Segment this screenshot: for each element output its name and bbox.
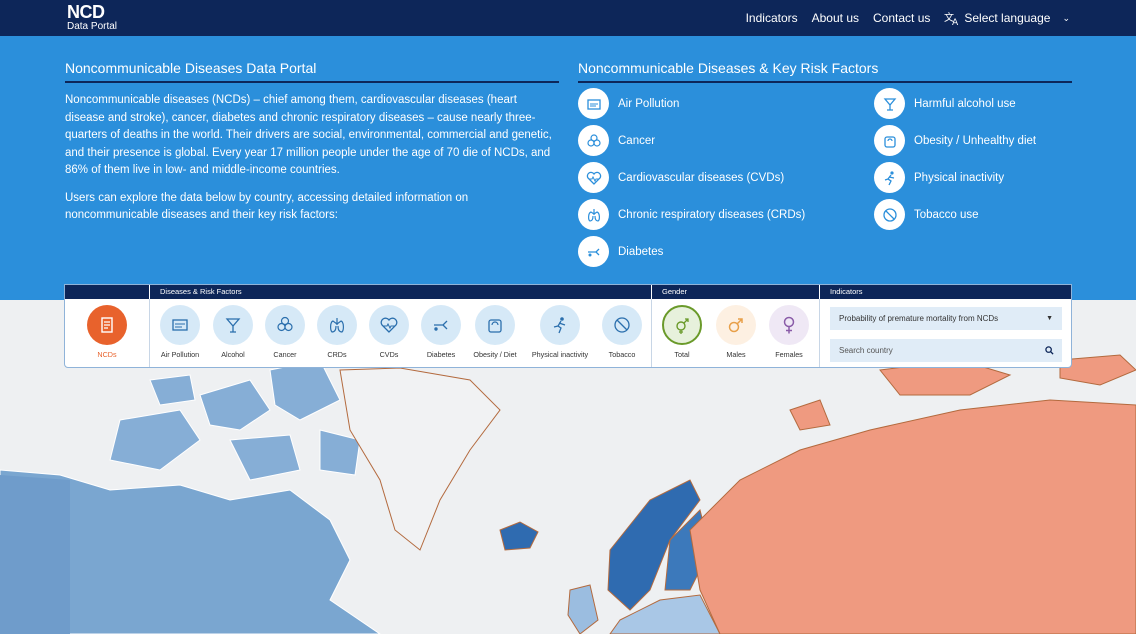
search-icon xyxy=(1045,346,1054,355)
running-icon xyxy=(884,170,894,185)
female-icon xyxy=(783,316,795,334)
panel-header-indicators: Indicators xyxy=(820,285,1071,299)
filter-tobacco[interactable]: Tobacco xyxy=(592,305,652,359)
gender-total[interactable]: Total xyxy=(652,305,712,359)
risk-label: Obesity / Unhealthy diet xyxy=(914,134,1037,147)
search-placeholder: Search country xyxy=(839,346,893,355)
nav-about-link[interactable]: About us xyxy=(812,11,859,25)
filter-label: CVDs xyxy=(379,350,399,359)
risk-cvds[interactable]: Cardiovascular diseases (CVDs) xyxy=(578,162,784,193)
no-smoking-icon xyxy=(614,317,630,333)
filter-label: Diabetes xyxy=(426,350,456,359)
air-pollution-icon xyxy=(172,319,188,331)
risk-tobacco[interactable]: Tobacco use xyxy=(874,199,979,230)
hero-section: Noncommunicable Diseases Data Portal Non… xyxy=(0,36,1136,300)
filter-label: NCDs xyxy=(97,350,117,359)
gender-total-icon xyxy=(676,318,689,334)
risk-label: Cardiovascular diseases (CVDs) xyxy=(618,171,785,184)
risks-title: Noncommunicable Diseases & Key Risk Fact… xyxy=(578,60,1072,83)
scale-icon xyxy=(488,319,502,333)
glass-icon xyxy=(883,97,896,111)
filter-panel: Diseases & Risk Factors Gender Indicator… xyxy=(64,284,1072,368)
heart-icon xyxy=(586,171,601,185)
male-icon xyxy=(728,318,743,333)
chevron-down-icon: ⌄ xyxy=(1062,12,1070,23)
intro-title: Noncommunicable Diseases Data Portal xyxy=(65,60,559,83)
risk-label: Air Pollution xyxy=(618,97,680,110)
logo-sub: Data Portal xyxy=(67,21,118,32)
gender-females[interactable]: Females xyxy=(759,305,819,359)
risk-label: Tobacco use xyxy=(914,208,979,221)
filter-label: Physical inactivity xyxy=(531,350,589,359)
risk-air-pollution[interactable]: Air Pollution xyxy=(578,88,679,119)
filter-diabetes[interactable]: Diabetes xyxy=(411,305,471,359)
intro-paragraph-1: Noncommunicable diseases (NCDs) – chief … xyxy=(65,94,552,176)
caret-down-icon: ▼ xyxy=(1046,315,1053,322)
risk-label: Diabetes xyxy=(618,245,664,258)
scale-icon xyxy=(883,135,896,148)
lungs-icon xyxy=(330,318,344,333)
heart-icon xyxy=(380,317,398,333)
gender-label: Males xyxy=(726,350,746,359)
filter-crds[interactable]: CRDs xyxy=(307,305,367,359)
panel-header-gender: Gender xyxy=(652,285,819,299)
risk-label: Physical inactivity xyxy=(914,171,1005,184)
translate-icon: 文A xyxy=(944,11,959,26)
filter-label: Tobacco xyxy=(608,350,636,359)
no-smoking-icon xyxy=(882,207,897,222)
gender-males[interactable]: Males xyxy=(706,305,766,359)
logo-main: NCD xyxy=(67,2,105,22)
nav-contact-link[interactable]: Contact us xyxy=(873,11,930,25)
cancer-icon xyxy=(277,316,293,332)
lungs-icon xyxy=(587,208,600,222)
filter-ncds[interactable]: NCDs xyxy=(77,305,137,359)
diabetes-icon xyxy=(587,248,599,256)
diabetes-icon xyxy=(434,320,448,331)
indicator-select[interactable]: Probability of premature mortality from … xyxy=(830,307,1062,330)
filter-obesity-diet[interactable]: Obesity / Diet xyxy=(465,305,525,359)
panel-header-blank xyxy=(65,285,149,299)
filter-label: Air Pollution xyxy=(160,350,200,359)
risk-label: Cancer xyxy=(618,134,656,147)
filter-physical-inactivity[interactable]: Physical inactivity xyxy=(530,305,590,359)
risk-physical-inactivity[interactable]: Physical inactivity xyxy=(874,162,1004,193)
ncd-document-icon xyxy=(101,317,113,333)
gender-label: Total xyxy=(674,350,690,359)
risk-label: Harmful alcohol use xyxy=(914,97,1016,110)
language-label: Select language xyxy=(964,11,1051,25)
filter-alcohol[interactable]: Alcohol xyxy=(203,305,263,359)
language-selector[interactable]: 文A Select language ⌄ xyxy=(944,10,1070,26)
nav-indicators-link[interactable]: Indicators xyxy=(746,11,798,25)
filter-cancer[interactable]: Cancer xyxy=(255,305,315,359)
filter-label: Obesity / Diet xyxy=(473,350,517,359)
search-country-input[interactable]: Search country xyxy=(830,339,1062,362)
filter-label: Alcohol xyxy=(221,350,245,359)
panel-header-diseases: Diseases & Risk Factors xyxy=(150,285,651,299)
risk-diabetes[interactable]: Diabetes xyxy=(578,236,663,267)
filter-air-pollution[interactable]: Air Pollution xyxy=(150,305,210,359)
running-icon xyxy=(553,317,566,334)
intro-paragraph-2: Users can explore the data below by coun… xyxy=(65,191,469,222)
risk-cancer[interactable]: Cancer xyxy=(578,125,655,156)
risk-obesity[interactable]: Obesity / Unhealthy diet xyxy=(874,125,1036,156)
intro-text: Noncommunicable diseases (NCDs) – chief … xyxy=(65,92,559,225)
risk-alcohol[interactable]: Harmful alcohol use xyxy=(874,88,1016,119)
glass-icon xyxy=(225,318,241,333)
gender-label: Females xyxy=(775,350,803,359)
risk-label: Chronic respiratory diseases (CRDs) xyxy=(618,208,806,221)
site-logo[interactable]: NCD Data Portal xyxy=(67,3,117,32)
filter-cvds[interactable]: CVDs xyxy=(359,305,419,359)
filter-label: Cancer xyxy=(273,350,297,359)
air-pollution-icon xyxy=(586,98,601,110)
filter-label: CRDs xyxy=(327,350,347,359)
risk-crds[interactable]: Chronic respiratory diseases (CRDs) xyxy=(578,199,805,230)
top-navbar: NCD Data Portal Indicators About us Cont… xyxy=(0,0,1136,36)
indicator-selected-value: Probability of premature mortality from … xyxy=(839,314,999,323)
cancer-icon xyxy=(586,133,601,147)
svg-text:A: A xyxy=(952,18,959,26)
